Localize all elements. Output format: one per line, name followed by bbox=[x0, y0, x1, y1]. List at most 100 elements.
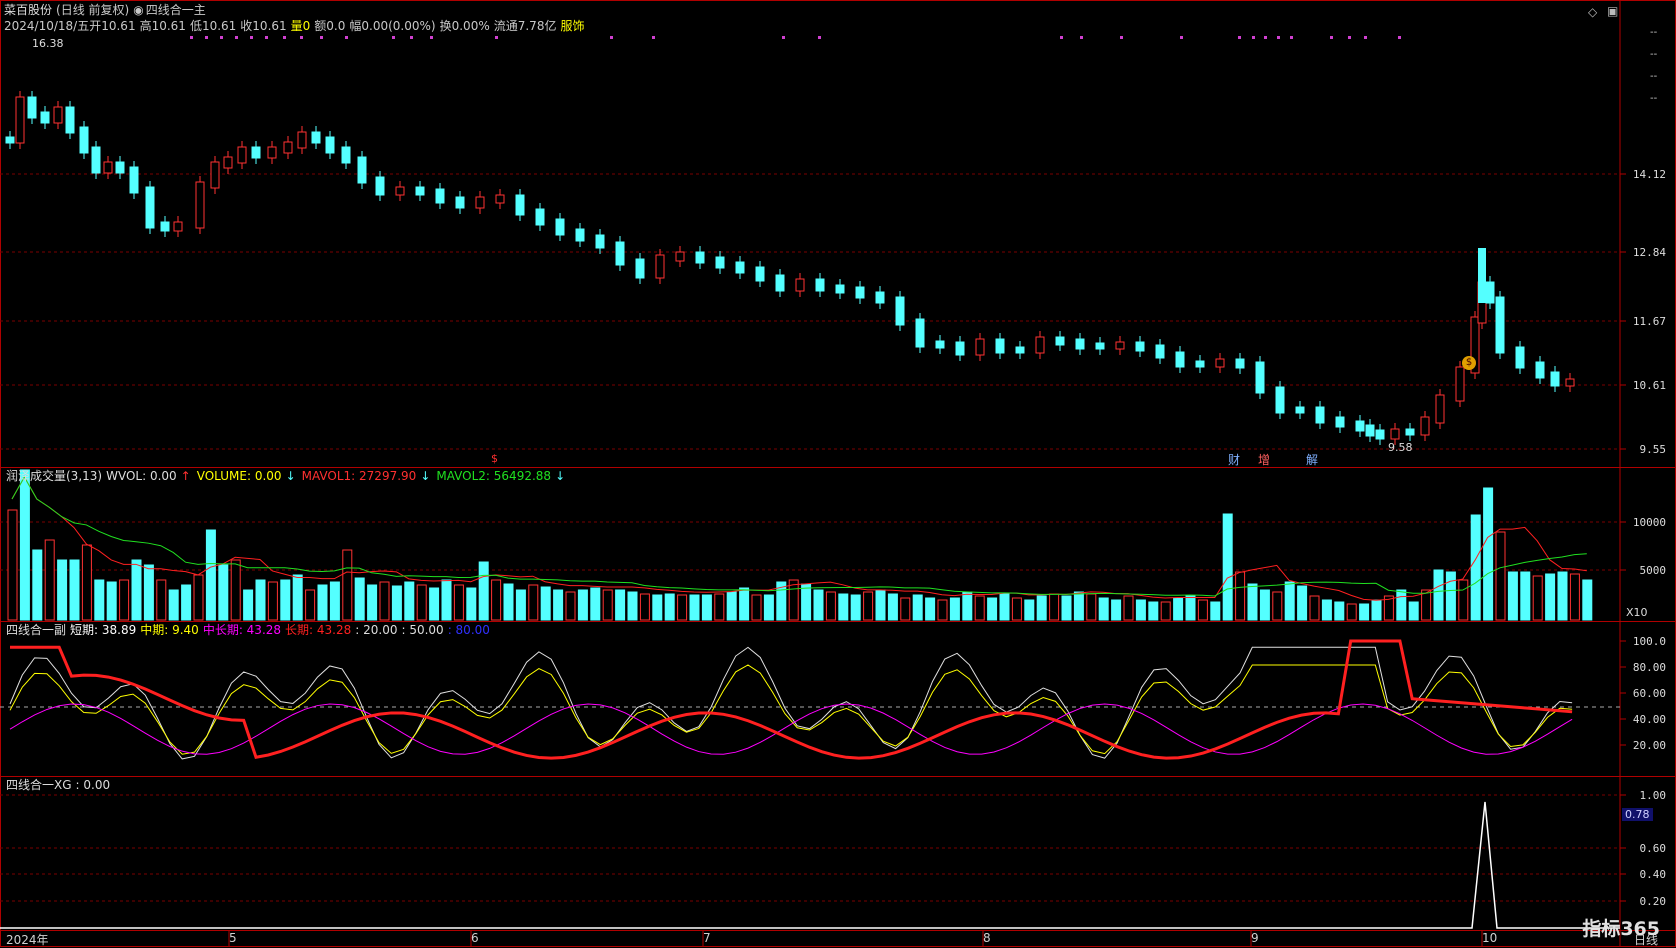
volume-bar bbox=[230, 559, 241, 621]
wvol-label: WVOL: 0.00 bbox=[106, 469, 177, 483]
candle-body bbox=[1335, 416, 1345, 428]
volume-bar bbox=[1433, 569, 1444, 621]
candle-body bbox=[195, 181, 205, 229]
candle-body bbox=[615, 241, 625, 266]
settings-icon[interactable]: -- -- -- -- bbox=[1650, 22, 1657, 110]
diamond-icon[interactable]: ◇ bbox=[1588, 5, 1597, 19]
volume-bar bbox=[168, 589, 179, 621]
osc-header: 四线合一副 短期: 38.89 中期: 9.40 中长期: 43.28 长期: 43.2… bbox=[6, 623, 494, 637]
xg-title[interactable]: 四线合一XG bbox=[6, 778, 72, 792]
candle-body bbox=[341, 146, 351, 164]
signal-dot bbox=[1264, 36, 1267, 39]
mavol1-label: MAVOL1: 27297.90 bbox=[301, 469, 417, 483]
signal-dot bbox=[392, 36, 395, 39]
candle-body bbox=[251, 146, 261, 159]
candle-body bbox=[1515, 346, 1525, 369]
volume-bar bbox=[329, 581, 340, 621]
osc-title[interactable]: 四线合一副 bbox=[6, 623, 66, 637]
x-label-10: 10 bbox=[1482, 931, 1498, 945]
volume-bar bbox=[1011, 597, 1022, 621]
candle-body bbox=[1075, 338, 1085, 350]
tick-label: 0.60 bbox=[1640, 842, 1667, 855]
volume-bar bbox=[69, 559, 80, 621]
candle-body bbox=[357, 156, 367, 184]
candlesticks bbox=[5, 36, 1575, 445]
signal-dot bbox=[1398, 36, 1401, 39]
volume-bar bbox=[1259, 589, 1270, 621]
candle-body bbox=[1565, 378, 1575, 387]
window-icon[interactable]: ▣ bbox=[1607, 4, 1618, 18]
candle-body bbox=[1485, 281, 1495, 304]
quote-turnover: 换0.00% bbox=[439, 19, 490, 33]
main-indicator[interactable]: 四线合一主 bbox=[146, 3, 206, 17]
quote-change: 幅0.00(0.00%) bbox=[349, 19, 436, 33]
coin-icon[interactable]: $ bbox=[1462, 356, 1476, 370]
xg-line bbox=[0, 801, 1620, 929]
volume-bar bbox=[1135, 599, 1146, 621]
quote-sector[interactable]: 服饰 bbox=[560, 19, 584, 33]
dividend-tag[interactable]: $ bbox=[491, 452, 498, 465]
candle-body bbox=[1375, 429, 1385, 440]
quote-volume: 量0 bbox=[290, 19, 311, 33]
candle-body bbox=[103, 161, 113, 174]
candle-body bbox=[325, 136, 335, 154]
stock-name[interactable]: 菜百股份 bbox=[4, 3, 52, 17]
volume-bar bbox=[900, 597, 911, 621]
volume-bar bbox=[974, 595, 985, 621]
event-tag-cai[interactable]: 财 bbox=[1228, 451, 1240, 468]
candle-body bbox=[995, 338, 1005, 354]
candle-body bbox=[655, 254, 665, 279]
volume-bar bbox=[1297, 585, 1308, 621]
volume-bar bbox=[602, 589, 613, 621]
candle-body bbox=[555, 218, 565, 236]
volume-bar bbox=[1222, 513, 1233, 621]
candle-body bbox=[53, 106, 63, 124]
volume-bar bbox=[1210, 601, 1221, 621]
signal-dot bbox=[1348, 36, 1351, 39]
candle-body bbox=[1455, 366, 1465, 402]
candle-body bbox=[1365, 424, 1375, 437]
signal-dot bbox=[1330, 36, 1333, 39]
watermark-logo: 指标365 bbox=[1582, 918, 1660, 940]
candle-body bbox=[1550, 371, 1560, 387]
quote-float: 流通7.78亿 bbox=[493, 19, 557, 33]
volume-bar bbox=[639, 593, 650, 621]
volume-bar bbox=[1272, 591, 1283, 621]
candle-body bbox=[1535, 361, 1545, 379]
quote-low: 低10.61 bbox=[189, 19, 237, 33]
mavol2-line bbox=[11, 475, 1587, 597]
candle-body bbox=[1115, 341, 1125, 350]
period-label[interactable]: (日线 前复权) bbox=[56, 3, 129, 17]
candle-body bbox=[283, 141, 293, 154]
candle-body bbox=[237, 146, 247, 164]
volume-bar bbox=[553, 589, 564, 621]
short-label: 短期: 38.89 bbox=[70, 623, 137, 637]
volume-bar bbox=[193, 574, 204, 621]
mavol2-label: MAVOL2: 56492.88 bbox=[436, 469, 552, 483]
dropdown-icon[interactable]: ◉ bbox=[133, 3, 143, 17]
candle-body bbox=[297, 131, 307, 149]
low-marker: 9.58 bbox=[1388, 441, 1413, 454]
volume-bar bbox=[416, 584, 427, 621]
volume-bar bbox=[1458, 579, 1469, 621]
volume-bar bbox=[1396, 589, 1407, 621]
up-arrow-icon: ↑ bbox=[180, 469, 191, 483]
candle-body bbox=[1175, 351, 1185, 368]
signal-dot bbox=[495, 36, 498, 39]
tick-label: 14.12 bbox=[1633, 168, 1666, 181]
volume-bar bbox=[1470, 514, 1481, 621]
candle-body bbox=[1095, 342, 1105, 350]
volume-bar bbox=[94, 579, 105, 621]
event-tag-zeng[interactable]: 增 bbox=[1258, 451, 1270, 468]
candle-body bbox=[755, 266, 765, 282]
volume-bar bbox=[1569, 573, 1580, 621]
line20-label: : 20.00 bbox=[355, 623, 398, 637]
signal-dot bbox=[265, 36, 268, 39]
candle-body bbox=[635, 258, 645, 279]
event-tag-jie[interactable]: 解 bbox=[1306, 451, 1318, 468]
volume-title[interactable]: 润泽成交量(3,13) bbox=[6, 469, 102, 483]
xg-header: 四线合一XG: 0.00 bbox=[6, 778, 114, 792]
volume-bar bbox=[590, 587, 601, 621]
volume-bar bbox=[1197, 599, 1208, 621]
volume-bar bbox=[1359, 603, 1370, 621]
